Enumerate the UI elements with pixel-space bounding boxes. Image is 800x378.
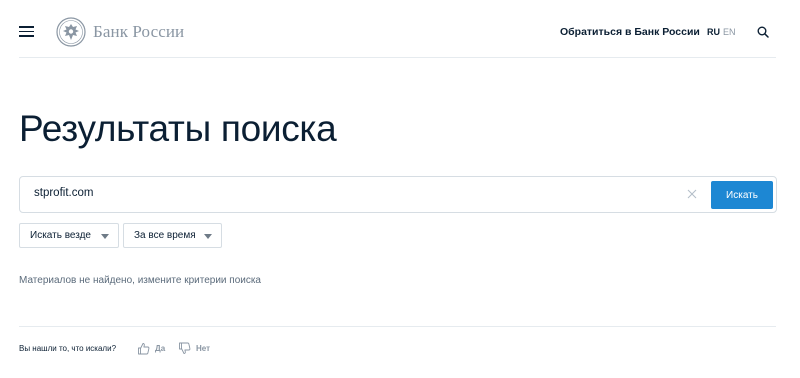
search-input[interactable]	[34, 187, 634, 199]
scope-dropdown[interactable]: Искать везде	[19, 223, 119, 248]
chevron-down-icon	[101, 234, 109, 239]
page-title: Результаты поиска	[19, 108, 337, 149]
thumbs-up-icon	[138, 342, 150, 354]
contact-bank-link[interactable]: Обратиться в Банк России	[560, 26, 700, 38]
menu-icon[interactable]	[19, 26, 34, 37]
site-header: Банк России Обратиться в Банк России RU …	[0, 0, 800, 58]
period-dropdown-label: За все время	[134, 230, 196, 241]
chevron-down-icon	[204, 234, 212, 239]
lang-en-link[interactable]: EN	[723, 27, 736, 37]
search-icon[interactable]	[757, 26, 769, 38]
feedback-no-button[interactable]: Нет	[178, 340, 210, 356]
menu-icon-bar	[19, 30, 34, 33]
bank-emblem-icon[interactable]	[56, 17, 86, 47]
feedback-yes-label: Да	[155, 343, 166, 353]
lang-ru-link[interactable]: RU	[707, 27, 720, 37]
clear-icon[interactable]	[686, 188, 698, 200]
period-dropdown[interactable]: За все время	[123, 223, 222, 248]
thumbs-down-icon	[179, 342, 191, 354]
brand-name[interactable]: Банк России	[93, 22, 184, 42]
menu-icon-bar	[19, 35, 34, 37]
search-button[interactable]: Искать	[711, 181, 773, 209]
menu-icon-bar	[19, 26, 34, 28]
header-divider	[19, 57, 776, 58]
scope-dropdown-label: Искать везде	[30, 230, 91, 241]
search-box: Искать	[19, 176, 777, 213]
feedback-no-label: Нет	[196, 343, 211, 353]
feedback-question: Вы нашли то, что искали?	[19, 344, 117, 353]
feedback-yes-button[interactable]: Да	[137, 340, 165, 356]
footer-divider	[19, 326, 776, 327]
no-results-message: Материалов не найдено, измените критерии…	[19, 275, 261, 286]
